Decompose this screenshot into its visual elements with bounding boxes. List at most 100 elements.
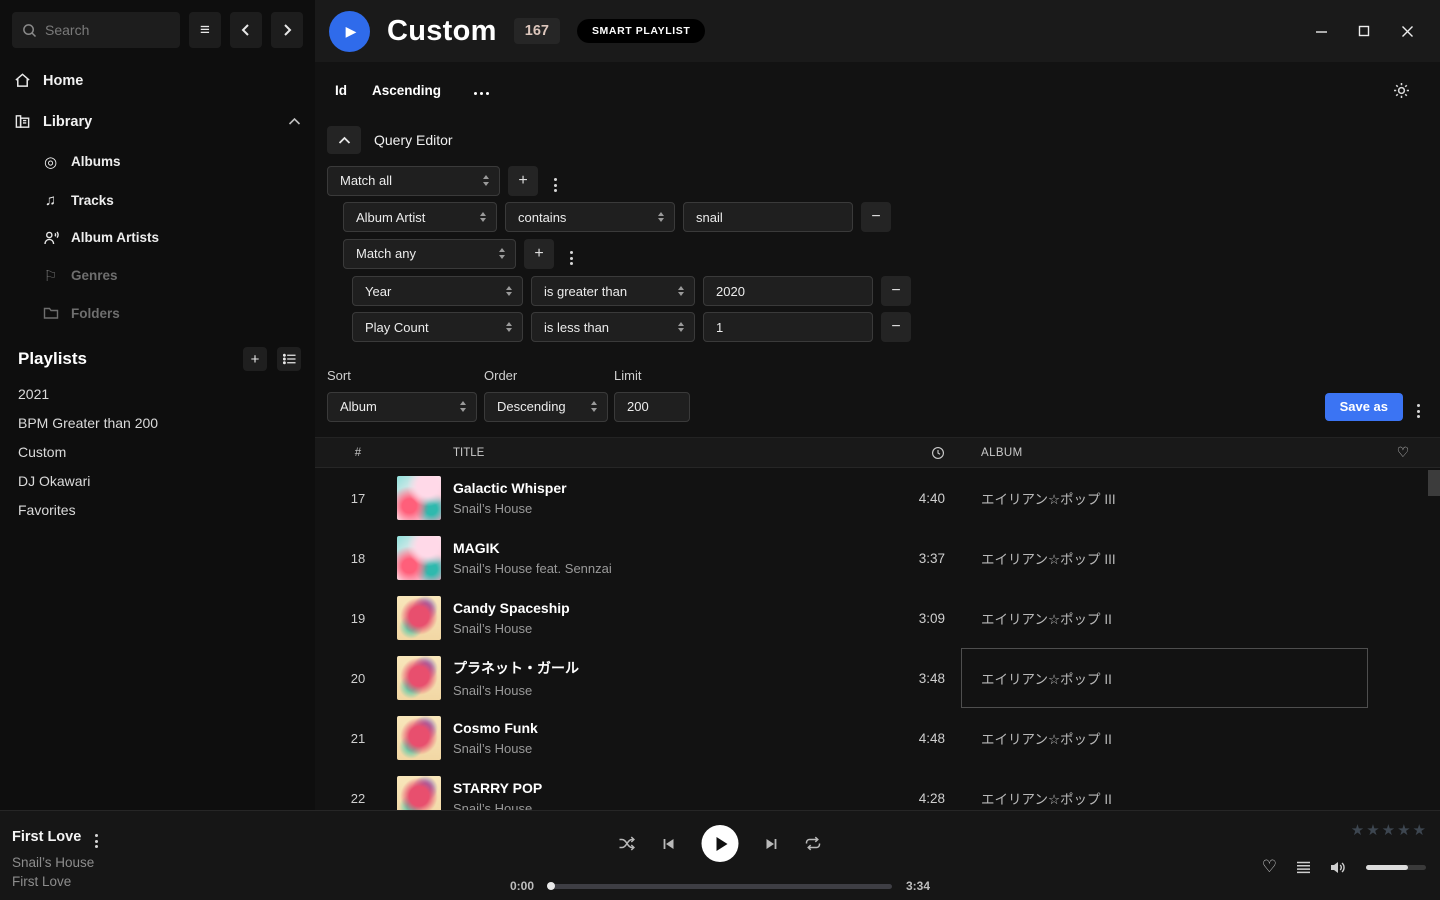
playlist-item[interactable]: DJ Okawari bbox=[0, 466, 315, 495]
add-group-rule-button[interactable]: + bbox=[524, 239, 554, 269]
queue-button[interactable] bbox=[1296, 861, 1311, 874]
save-as-button[interactable]: Save as bbox=[1325, 393, 1403, 421]
maximize-button[interactable] bbox=[1353, 20, 1375, 42]
rule-value-input[interactable] bbox=[703, 312, 873, 342]
playlist-item[interactable]: BPM Greater than 200 bbox=[0, 408, 315, 437]
rule-field-select[interactable]: Year bbox=[352, 276, 523, 306]
speaker-icon bbox=[1330, 860, 1347, 875]
sidebar-item-genres[interactable]: ⚐ Genres bbox=[0, 256, 315, 295]
rule-value-input[interactable] bbox=[703, 276, 873, 306]
volume-button[interactable] bbox=[1330, 860, 1347, 875]
nav-forward-button[interactable] bbox=[271, 12, 303, 48]
repeat-button[interactable] bbox=[805, 836, 822, 851]
sidebar-item-albums[interactable]: ◎ Albums bbox=[0, 142, 315, 181]
rule-group-menu-button[interactable] bbox=[546, 165, 565, 196]
queue-icon bbox=[1296, 861, 1311, 874]
column-album[interactable]: ALBUM bbox=[961, 447, 1368, 459]
playlist-item[interactable]: Custom bbox=[0, 437, 315, 466]
sidebar-item-folders[interactable]: Folders bbox=[0, 295, 315, 331]
search-input[interactable] bbox=[45, 22, 170, 38]
playlist-list-button[interactable] bbox=[277, 347, 301, 371]
group-menu-button[interactable] bbox=[562, 238, 581, 269]
rule-operator-select[interactable]: is greater than bbox=[531, 276, 695, 306]
match-type-select[interactable]: Match all bbox=[327, 166, 500, 196]
rule-field-select[interactable]: Play Count bbox=[352, 312, 523, 342]
seek-slider[interactable] bbox=[548, 884, 892, 889]
sort-order-button[interactable]: Ascending bbox=[372, 83, 441, 98]
track-title: Candy Spaceship bbox=[453, 600, 847, 616]
sort-field-button[interactable]: Id bbox=[335, 83, 347, 98]
close-button[interactable] bbox=[1396, 20, 1418, 42]
limit-input[interactable] bbox=[614, 392, 690, 422]
table-row[interactable]: 17 Galactic WhisperSnail’s House 4:40 エイ… bbox=[315, 468, 1440, 528]
play-playlist-button[interactable]: ▶ bbox=[329, 11, 370, 52]
scrollbar-thumb[interactable] bbox=[1428, 470, 1440, 496]
limit-label: Limit bbox=[614, 368, 641, 383]
rule-field-select[interactable]: Album Artist bbox=[343, 202, 497, 232]
settings-button[interactable] bbox=[1385, 78, 1418, 103]
column-duration[interactable] bbox=[859, 446, 949, 460]
search-box[interactable] bbox=[12, 12, 180, 48]
now-playing-title: First Love bbox=[12, 829, 81, 845]
table-row[interactable]: 22 STARRY POPSnail’s House 4:28 エイリアン☆ポッ… bbox=[315, 768, 1440, 810]
query-menu-button[interactable] bbox=[1409, 391, 1428, 422]
favorite-button[interactable]: ♡ bbox=[1262, 857, 1277, 877]
collapse-query-editor-button[interactable] bbox=[327, 126, 361, 154]
track-title: STARRY POP bbox=[453, 780, 847, 796]
kebab-icon bbox=[95, 834, 98, 848]
track-title: MAGIK bbox=[453, 540, 847, 556]
rating-star[interactable]: ★ bbox=[1397, 823, 1410, 838]
rule-operator-select[interactable]: is less than bbox=[531, 312, 695, 342]
sort-select[interactable]: Album bbox=[327, 392, 477, 422]
albums-icon: ◎ bbox=[42, 153, 59, 171]
plus-icon: + bbox=[251, 351, 260, 368]
player-bar: First Love Snail’s House First Love 0:00 bbox=[0, 810, 1440, 900]
rating-star[interactable]: ★ bbox=[1366, 823, 1379, 838]
rule-value-input[interactable] bbox=[683, 202, 853, 232]
table-row[interactable]: 18 MAGIKSnail’s House feat. Sennzai 3:37… bbox=[315, 528, 1440, 588]
column-favorite[interactable]: ♡ bbox=[1380, 444, 1426, 461]
rating-star[interactable]: ★ bbox=[1382, 823, 1395, 838]
add-playlist-button[interactable]: + bbox=[243, 347, 267, 371]
nav-back-button[interactable] bbox=[230, 12, 262, 48]
toolbar-more-button[interactable] bbox=[466, 79, 497, 102]
maximize-icon bbox=[1358, 25, 1370, 37]
order-select[interactable]: Descending bbox=[484, 392, 608, 422]
minimize-button[interactable] bbox=[1310, 20, 1332, 42]
table-row[interactable]: 19 Candy SpaceshipSnail’s House 3:09 エイリ… bbox=[315, 588, 1440, 648]
table-row[interactable]: 21 Cosmo FunkSnail’s House 4:48 エイリアン☆ポッ… bbox=[315, 708, 1440, 768]
track-art-thumb bbox=[397, 596, 441, 640]
play-pause-button[interactable] bbox=[702, 825, 739, 862]
seek-handle[interactable] bbox=[547, 882, 555, 890]
remove-rule-button[interactable]: − bbox=[881, 276, 911, 306]
rating-star[interactable]: ★ bbox=[1351, 823, 1364, 838]
group-match-type-select[interactable]: Match any bbox=[343, 239, 516, 269]
rule-operator-select[interactable]: contains bbox=[505, 202, 675, 232]
track-duration: 4:40 bbox=[859, 491, 949, 506]
remove-rule-button[interactable]: − bbox=[861, 202, 891, 232]
track-options-button[interactable] bbox=[93, 823, 100, 850]
kebab-icon bbox=[570, 251, 573, 265]
track-art-thumb bbox=[397, 536, 441, 580]
select-arrows-icon bbox=[499, 248, 505, 259]
sidebar-item-tracks[interactable]: ♫ Tracks bbox=[0, 181, 315, 219]
sidebar-item-album-artists[interactable]: Album Artists bbox=[0, 219, 315, 256]
sidebar-item-library[interactable]: Library bbox=[0, 101, 315, 142]
column-index[interactable]: # bbox=[331, 447, 385, 459]
column-title[interactable]: TITLE bbox=[453, 447, 847, 459]
remove-rule-button[interactable]: − bbox=[881, 312, 911, 342]
sidebar-item-home[interactable]: Home bbox=[0, 60, 315, 101]
select-arrows-icon bbox=[658, 212, 664, 223]
minus-icon: − bbox=[891, 282, 900, 300]
rating-star[interactable]: ★ bbox=[1413, 823, 1426, 838]
shuffle-button[interactable] bbox=[619, 836, 636, 851]
previous-button[interactable] bbox=[662, 837, 676, 851]
add-rule-button[interactable]: + bbox=[508, 166, 538, 196]
playlist-item[interactable]: 2021 bbox=[0, 379, 315, 408]
volume-slider[interactable] bbox=[1366, 865, 1426, 870]
playlist-item[interactable]: Favorites bbox=[0, 495, 315, 524]
track-album-focused-cell[interactable]: エイリアン☆ポップ II bbox=[961, 648, 1368, 708]
table-row[interactable]: 20 プラネット・ガールSnail’s House 3:48 エイリアン☆ポップ… bbox=[315, 648, 1440, 708]
menu-button[interactable]: ≡ bbox=[189, 12, 221, 48]
next-button[interactable] bbox=[765, 837, 779, 851]
